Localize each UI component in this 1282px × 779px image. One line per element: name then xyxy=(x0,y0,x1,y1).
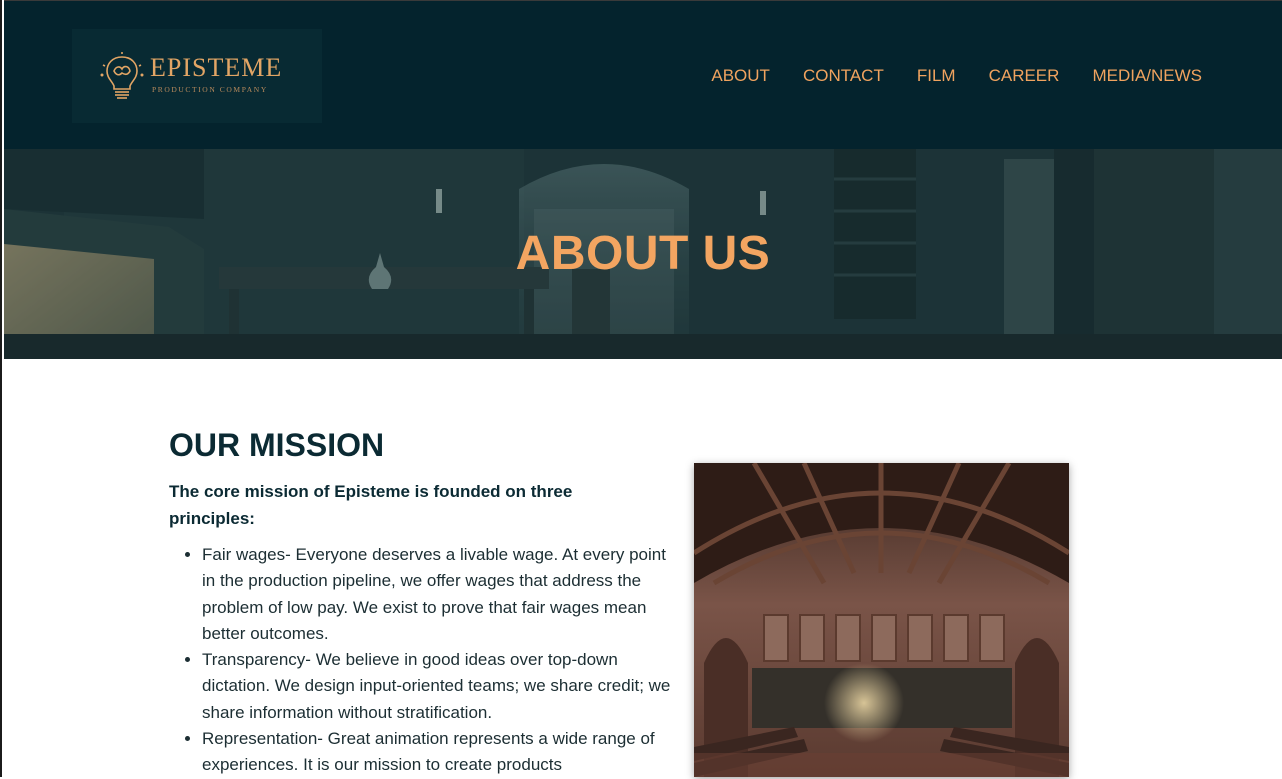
section-title: OUR MISSION xyxy=(169,427,385,463)
hero-banner: ABOUT US xyxy=(4,149,1282,359)
logo[interactable]: EPISTEME PRODUCTION COMPANY xyxy=(72,29,322,123)
nav-media-news[interactable]: MEDIA/NEWS xyxy=(1092,67,1202,85)
brand-tagline: PRODUCTION COMPANY xyxy=(152,85,268,94)
vaulted-hall-illustration xyxy=(694,463,1069,777)
nav-film[interactable]: FILM xyxy=(917,67,956,85)
mission-lead: The core mission of Episteme is founded … xyxy=(169,482,573,528)
page-title: ABOUT US xyxy=(515,227,771,280)
nav-career[interactable]: CAREER xyxy=(989,67,1060,85)
principles-list: Fair wages- Everyone deserves a livable … xyxy=(169,542,672,779)
lightbulb-brain-icon xyxy=(100,52,144,99)
list-item: Transparency- We believe in good ideas o… xyxy=(202,647,672,726)
brand-name: EPISTEME xyxy=(150,53,283,82)
main-nav: ABOUT CONTACT FILM CAREER MEDIA/NEWS xyxy=(711,67,1202,85)
nav-contact[interactable]: CONTACT xyxy=(803,67,884,85)
list-item: Representation- Great animation represen… xyxy=(202,726,672,779)
site-header: EPISTEME PRODUCTION COMPANY ABOUT CONTAC… xyxy=(4,0,1282,149)
mission-image xyxy=(694,463,1069,777)
nav-about[interactable]: ABOUT xyxy=(711,67,770,85)
page: EPISTEME PRODUCTION COMPANY ABOUT CONTAC… xyxy=(0,0,1282,777)
list-item: Fair wages- Everyone deserves a livable … xyxy=(202,542,672,647)
